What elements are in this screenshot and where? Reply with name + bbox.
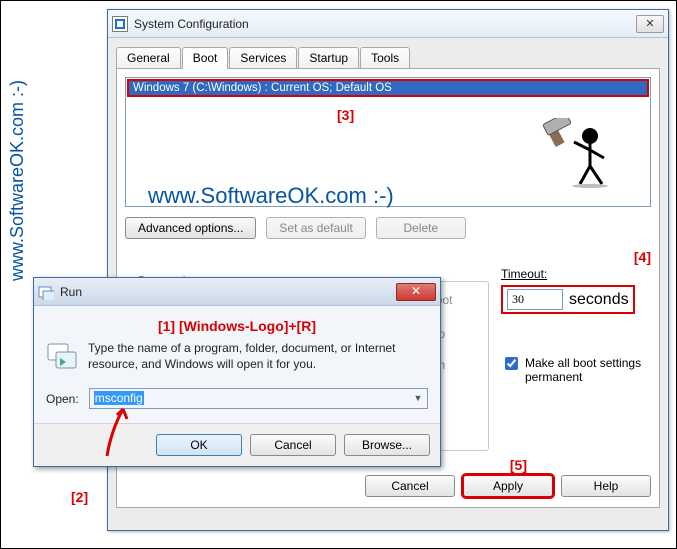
annotation-1: [1] [Windows-Logo]+[R] [46, 318, 428, 334]
run-description: Type the name of a program, folder, docu… [88, 340, 428, 372]
tab-boot[interactable]: Boot [182, 47, 229, 69]
run-titlebar: Run ✕ [34, 278, 440, 306]
sysconfig-icon [112, 16, 128, 32]
run-icon [38, 284, 54, 300]
help-button[interactable]: Help [561, 475, 651, 497]
tab-services[interactable]: Services [229, 47, 297, 69]
run-title: Run [60, 285, 82, 299]
run-open-input[interactable]: msconfig ▼ [89, 388, 428, 409]
tab-tools[interactable]: Tools [360, 47, 410, 69]
run-dialog: Run ✕ [1] [Windows-Logo]+[R] Type the na… [33, 277, 441, 467]
timeout-seconds-label: seconds [569, 291, 629, 309]
sysconfig-titlebar: System Configuration ✕ [108, 10, 668, 38]
annotation-5: [5] [510, 457, 527, 473]
annotation-3: [3] [337, 107, 354, 123]
run-close-button[interactable]: ✕ [396, 283, 436, 301]
close-icon[interactable]: ✕ [636, 15, 664, 33]
run-big-icon [46, 340, 78, 372]
sysconfig-tabs: General Boot Services Startup Tools [116, 46, 660, 68]
timeout-label: Timeout: [501, 267, 651, 281]
os-entry-selected[interactable]: Windows 7 (C:\Windows) : Current OS; Def… [127, 79, 649, 97]
sysconfig-title: System Configuration [134, 17, 249, 31]
delete-button: Delete [376, 217, 466, 239]
run-open-label: Open: [46, 392, 79, 406]
arrow-icon [97, 401, 137, 461]
timeout-box: seconds [501, 285, 635, 314]
advanced-options-button[interactable]: Advanced options... [125, 217, 256, 239]
make-permanent-checkbox[interactable] [505, 357, 518, 370]
watermark-main-text: www.SoftwareOK.com :-) [148, 183, 394, 209]
set-default-button: Set as default [266, 217, 365, 239]
chevron-down-icon[interactable]: ▼ [411, 391, 425, 405]
tab-startup[interactable]: Startup [298, 47, 359, 69]
tab-general[interactable]: General [116, 47, 181, 69]
timeout-input[interactable] [507, 289, 563, 310]
apply-button[interactable]: Apply [463, 475, 553, 497]
annotation-4: [4] [634, 249, 651, 265]
sysconfig-cancel-button[interactable]: Cancel [365, 475, 455, 497]
mascot-icon [540, 118, 620, 188]
run-ok-button[interactable]: OK [156, 434, 242, 456]
run-cancel-button[interactable]: Cancel [250, 434, 336, 456]
run-browse-button[interactable]: Browse... [344, 434, 430, 456]
watermark-side-text: www.SoftwareOK.com :-) [7, 80, 28, 281]
annotation-2: [2] [71, 489, 88, 505]
make-permanent-label: Make all boot settings permanent [525, 356, 651, 384]
os-list[interactable]: Windows 7 (C:\Windows) : Current OS; Def… [125, 77, 651, 207]
